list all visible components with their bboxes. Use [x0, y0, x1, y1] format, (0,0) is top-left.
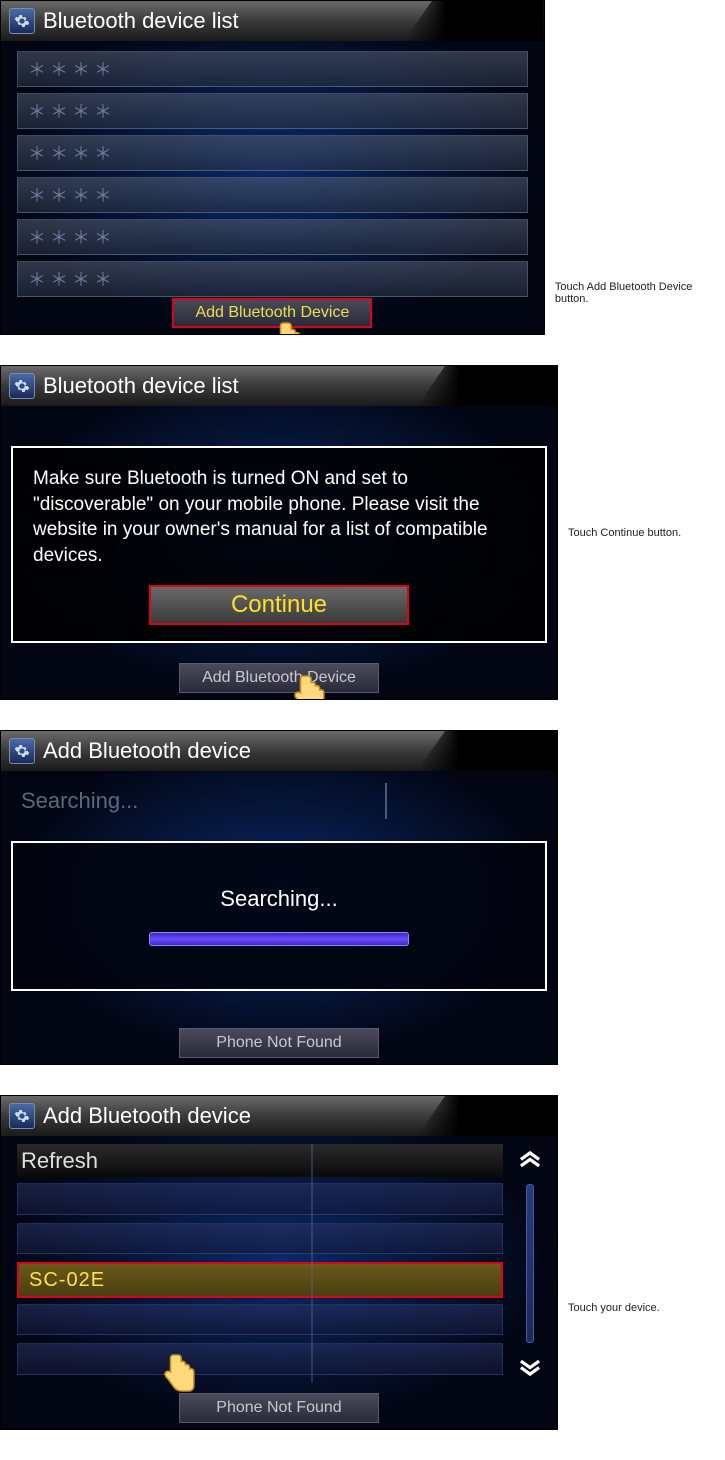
gear-icon — [9, 738, 35, 764]
screen-device-found: Add Bluetooth device Refresh SC-02E Phon… — [0, 1095, 558, 1430]
device-row-empty[interactable]: ＊＊＊＊ — [17, 261, 528, 297]
chevron-up-icon — [517, 1149, 543, 1175]
step-caption: Touch your device. — [568, 1302, 660, 1314]
header-bar: Bluetooth device list — [1, 1, 544, 41]
add-bluetooth-device-button[interactable]: Add Bluetooth Device — [179, 663, 379, 693]
scroll-column — [509, 1144, 551, 1383]
header-bar: Bluetooth device list — [1, 366, 557, 406]
step-caption: Touch Continue button. — [568, 527, 681, 539]
device-row-empty[interactable]: ＊＊＊＊ — [17, 51, 528, 87]
device-row-empty[interactable] — [17, 1343, 503, 1375]
phone-not-found-button[interactable]: Phone Not Found — [179, 1393, 379, 1423]
continue-button[interactable]: Continue — [149, 585, 409, 625]
searching-dialog: Searching... — [11, 841, 547, 991]
device-row-empty[interactable] — [17, 1223, 503, 1255]
progress-bar — [149, 932, 409, 946]
screen-title: Add Bluetooth device — [43, 1103, 251, 1129]
list-divider — [311, 1144, 313, 1383]
screen-discoverable-dialog: Bluetooth device list Make sure Bluetoot… — [0, 365, 558, 700]
scroll-track[interactable] — [526, 1184, 534, 1343]
info-dialog: Make sure Bluetooth is turned ON and set… — [11, 446, 547, 643]
scroll-down-button[interactable] — [512, 1347, 548, 1383]
gear-icon — [9, 8, 35, 34]
screen-title: Bluetooth device list — [43, 373, 239, 399]
screen-title: Add Bluetooth device — [43, 738, 251, 764]
screen-searching: Add Bluetooth device Searching... Search… — [0, 730, 558, 1065]
device-row-empty[interactable] — [17, 1183, 503, 1215]
found-device-list: Refresh SC-02E — [17, 1144, 503, 1383]
phone-not-found-button[interactable]: Phone Not Found — [179, 1028, 379, 1058]
device-row-selected[interactable]: SC-02E — [17, 1262, 503, 1297]
scroll-up-button[interactable] — [512, 1144, 548, 1180]
refresh-row[interactable]: Refresh — [17, 1144, 503, 1177]
device-list: ＊＊＊＊ ＊＊＊＊ ＊＊＊＊ ＊＊＊＊ ＊＊＊＊ ＊＊＊＊ — [1, 41, 544, 297]
device-row-empty[interactable]: ＊＊＊＊ — [17, 219, 528, 255]
gear-icon — [9, 373, 35, 399]
dialog-message: Make sure Bluetooth is turned ON and set… — [33, 466, 525, 569]
device-row-empty[interactable] — [17, 1304, 503, 1336]
device-row-empty[interactable]: ＊＊＊＊ — [17, 177, 528, 213]
touch-hand-icon — [161, 1350, 197, 1396]
chevron-down-icon — [517, 1352, 543, 1378]
divider-bar — [385, 783, 387, 819]
header-bar: Add Bluetooth device — [1, 1096, 557, 1136]
searching-label: Searching... — [220, 886, 337, 912]
screen-bluetooth-list: Bluetooth device list ＊＊＊＊ ＊＊＊＊ ＊＊＊＊ ＊＊＊… — [0, 0, 545, 335]
touch-hand-icon — [291, 671, 327, 700]
device-row-empty[interactable]: ＊＊＊＊ — [17, 135, 528, 171]
step-caption: Touch Add Bluetooth Device button. — [555, 281, 725, 305]
device-row-empty[interactable]: ＊＊＊＊ — [17, 93, 528, 129]
header-bar: Add Bluetooth device — [1, 731, 557, 771]
touch-hand-icon — [271, 318, 307, 335]
bg-searching-label: Searching... — [21, 783, 537, 819]
screen-title: Bluetooth device list — [43, 8, 239, 34]
gear-icon — [9, 1103, 35, 1129]
